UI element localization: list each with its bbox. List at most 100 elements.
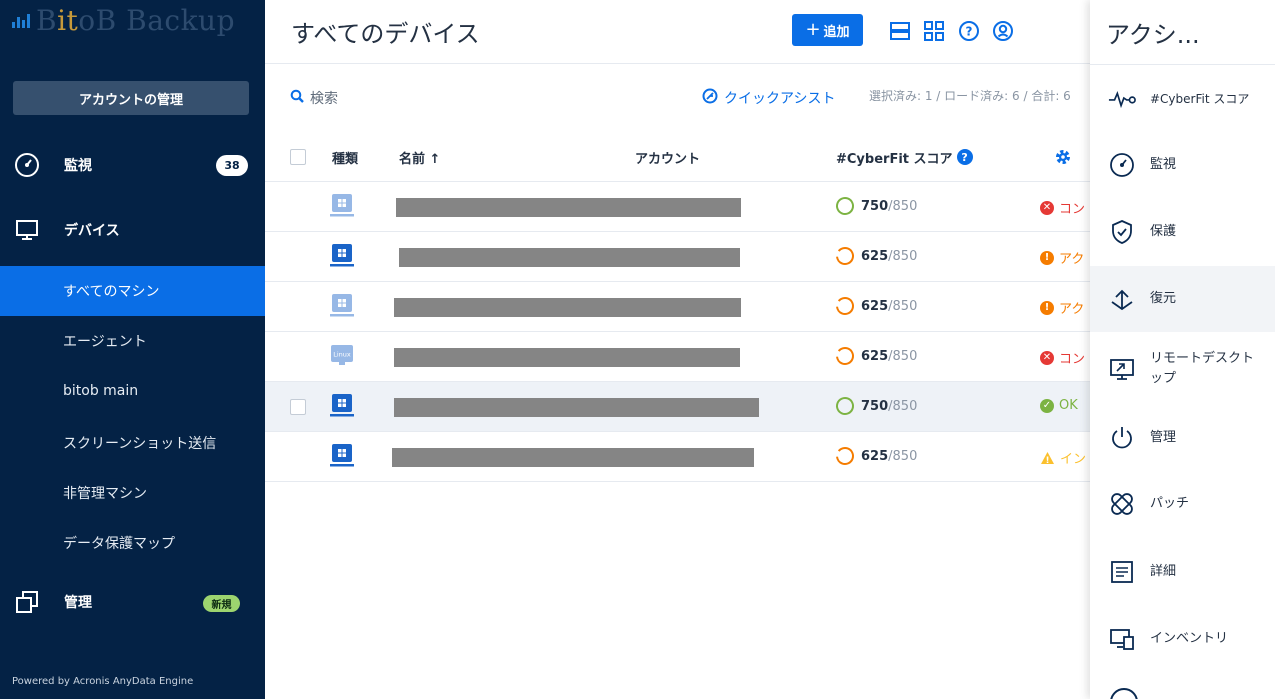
table-row[interactable]: 625/850 ! アク bbox=[265, 282, 1090, 332]
search-box[interactable]: 検索 bbox=[290, 88, 338, 108]
cyberfit-score[interactable]: 625/850 bbox=[835, 446, 917, 466]
partial-next-action-icon bbox=[1110, 688, 1138, 699]
table-row[interactable]: 750/850 ✓ OK bbox=[265, 382, 1090, 432]
sidebar-item-data-protection-map[interactable]: データ保護マップ bbox=[0, 518, 265, 568]
inventory-icon bbox=[1108, 625, 1136, 653]
shield-icon bbox=[1108, 218, 1136, 246]
status-error-icon: ✕ bbox=[1040, 200, 1054, 215]
main-header: すべてのデバイス + 追加 ? bbox=[265, 0, 1090, 64]
redacted-name bbox=[394, 298, 741, 317]
brand-logo[interactable]: BitoB Backup bbox=[12, 2, 235, 38]
sidebar-item-screenshot-send[interactable]: スクリーンショット送信 bbox=[0, 418, 265, 468]
action-details[interactable]: 詳細 bbox=[1090, 539, 1275, 605]
monitoring-count-badge: 38 bbox=[216, 155, 248, 176]
sidebar-item-unmanaged[interactable]: 非管理マシン bbox=[0, 468, 265, 518]
redacted-name bbox=[392, 448, 754, 467]
table-row[interactable]: 625/850 ! アク bbox=[265, 232, 1090, 282]
svg-text:?: ? bbox=[966, 25, 973, 39]
cyberfit-score[interactable]: 750/850 bbox=[835, 196, 917, 216]
grid-view-icon[interactable] bbox=[921, 18, 947, 44]
quick-assist-icon bbox=[702, 88, 718, 108]
remote-desktop-icon bbox=[1108, 355, 1136, 383]
sidebar: BitoB Backup アカウントの管理 監視 38 デバイス すべてのマシン… bbox=[0, 0, 265, 699]
column-account[interactable]: アカウント bbox=[635, 132, 700, 182]
table-row[interactable]: 750/850 ✕ コン bbox=[265, 182, 1090, 232]
column-name[interactable]: 名前 ↑ bbox=[399, 132, 440, 182]
plus-icon: + bbox=[805, 19, 821, 40]
action-cyberfit-score[interactable]: #CyberFit スコア bbox=[1090, 66, 1275, 132]
power-icon bbox=[1108, 424, 1136, 452]
warning-triangle-icon: ! bbox=[1041, 451, 1054, 465]
redacted-name bbox=[394, 348, 740, 367]
score-ring-icon bbox=[836, 197, 854, 215]
status-badge[interactable]: ✕ コン bbox=[1040, 348, 1085, 367]
table-row[interactable]: 625/850 ! イン bbox=[265, 432, 1090, 482]
status-ok-icon: ✓ bbox=[1040, 398, 1054, 413]
redacted-name bbox=[394, 398, 759, 417]
redacted-name bbox=[396, 198, 741, 217]
score-ring-icon bbox=[836, 247, 854, 265]
sidebar-item-label: 管理 bbox=[64, 595, 92, 611]
table-row[interactable]: Linux 625/850 ✕ コン bbox=[265, 332, 1090, 382]
column-type[interactable]: 種類 bbox=[332, 132, 358, 182]
select-all-checkbox[interactable] bbox=[290, 132, 306, 182]
status-badge[interactable]: ✕ コン bbox=[1040, 198, 1085, 217]
manage-account-button[interactable]: アカウントの管理 bbox=[13, 81, 249, 115]
column-settings-gear-icon[interactable] bbox=[1054, 132, 1072, 182]
sidebar-item-label: デバイス bbox=[64, 223, 120, 239]
gauge-icon bbox=[12, 150, 42, 180]
search-label: 検索 bbox=[310, 91, 338, 107]
windows-machine-icon bbox=[330, 393, 354, 419]
help-icon[interactable]: ? bbox=[956, 18, 982, 44]
powered-by-text: Powered by Acronis AnyData Engine bbox=[12, 676, 194, 687]
status-badge[interactable]: ! イン bbox=[1040, 448, 1086, 467]
action-inventory[interactable]: インベントリ bbox=[1090, 606, 1275, 672]
column-cyberfit-score[interactable]: #CyberFit スコア ? bbox=[836, 132, 973, 182]
actions-panel: アクシ... #CyberFit スコア 監視 保護 復元 リモートデスクトップ… bbox=[1090, 0, 1275, 699]
sidebar-item-label: 監視 bbox=[64, 158, 92, 174]
gauge-icon bbox=[1108, 151, 1136, 179]
status-badge[interactable]: ✓ OK bbox=[1040, 398, 1078, 413]
cyberfit-score[interactable]: 625/850 bbox=[835, 296, 917, 316]
quick-assist-link[interactable]: クイックアシスト bbox=[702, 88, 835, 108]
bandage-icon bbox=[1108, 490, 1136, 518]
redacted-name bbox=[399, 248, 740, 267]
info-icon[interactable]: ? bbox=[956, 149, 973, 165]
sidebar-item-agents[interactable]: エージェント bbox=[0, 316, 265, 366]
status-error-icon: ✕ bbox=[1040, 350, 1054, 365]
layers-icon bbox=[12, 587, 42, 617]
cyberfit-score[interactable]: 625/850 bbox=[835, 246, 917, 266]
logo-bars-icon bbox=[12, 12, 30, 28]
row-checkbox[interactable] bbox=[290, 399, 306, 415]
sidebar-item-all-machines[interactable]: すべてのマシン bbox=[0, 266, 265, 316]
action-manage[interactable]: 管理 bbox=[1090, 405, 1275, 471]
divider bbox=[1090, 64, 1275, 65]
action-remote-desktop[interactable]: リモートデスクトップ bbox=[1090, 336, 1275, 402]
status-badge[interactable]: ! アク bbox=[1040, 248, 1084, 267]
page-title: すべてのデバイス bbox=[291, 20, 480, 48]
sidebar-item-monitoring[interactable]: 監視 38 bbox=[0, 140, 265, 190]
add-button[interactable]: + 追加 bbox=[792, 14, 863, 46]
windows-machine-icon bbox=[330, 193, 354, 219]
sidebar-item-management[interactable]: 管理 新規 bbox=[0, 577, 265, 627]
list-view-icon[interactable] bbox=[887, 18, 913, 44]
action-patch[interactable]: パッチ bbox=[1090, 471, 1275, 537]
sidebar-item-devices[interactable]: デバイス bbox=[0, 205, 265, 255]
status-warning-icon: ! bbox=[1040, 250, 1054, 265]
user-account-icon[interactable] bbox=[990, 18, 1016, 44]
action-monitoring[interactable]: 監視 bbox=[1090, 132, 1275, 198]
sidebar-item-bitob-main[interactable]: bitob main bbox=[0, 366, 265, 416]
restore-icon bbox=[1108, 285, 1136, 313]
action-restore[interactable]: 復元 bbox=[1090, 266, 1275, 332]
windows-machine-icon bbox=[330, 293, 354, 319]
score-ring-icon bbox=[836, 297, 854, 315]
actions-panel-title: アクシ... bbox=[1106, 21, 1200, 49]
action-protect[interactable]: 保護 bbox=[1090, 199, 1275, 265]
cyberfit-score[interactable]: 625/850 bbox=[835, 346, 917, 366]
cyberfit-score[interactable]: 750/850 bbox=[835, 396, 917, 416]
status-badge[interactable]: ! アク bbox=[1040, 298, 1084, 317]
selection-info: 選択済み: 1 / ロード済み: 6 / 合計: 6 bbox=[869, 89, 1071, 103]
search-icon bbox=[290, 89, 304, 107]
monitor-icon bbox=[12, 215, 42, 245]
score-ring-icon bbox=[836, 347, 854, 365]
